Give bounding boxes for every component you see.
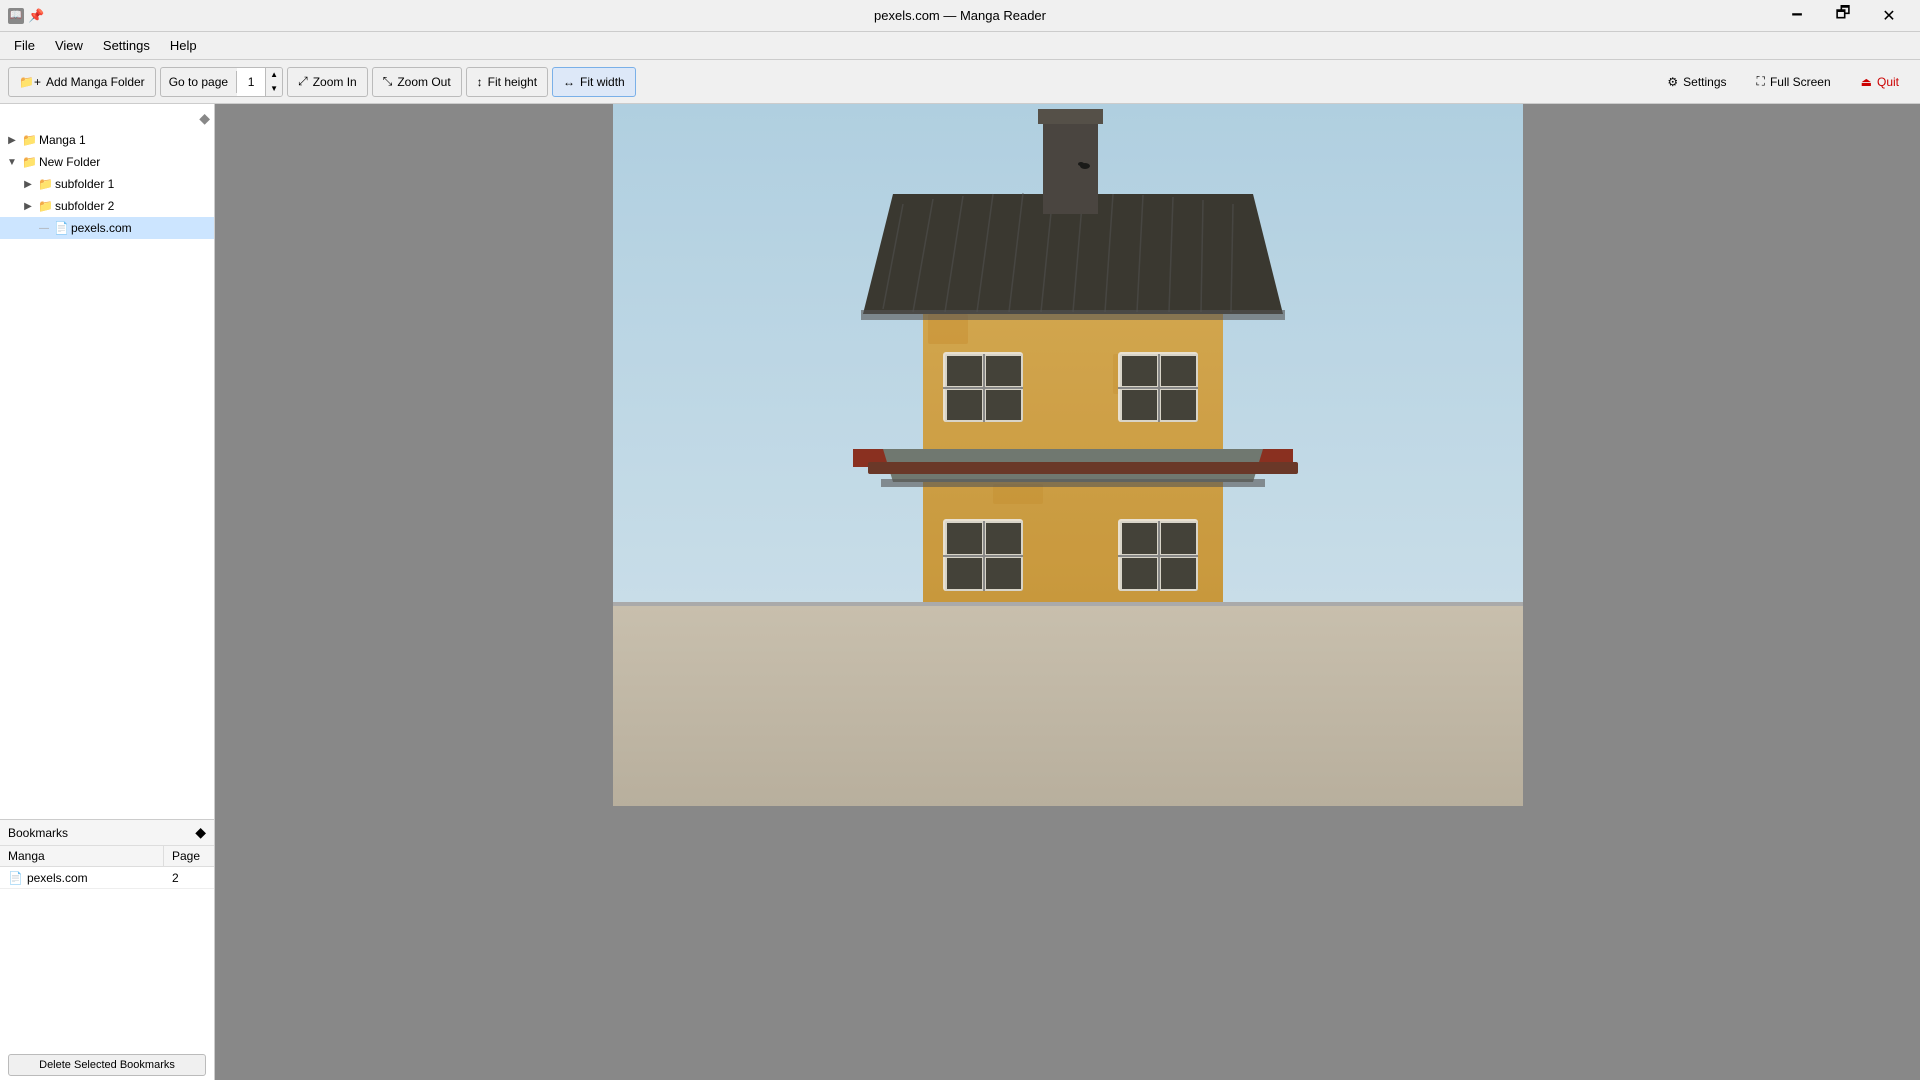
bookmark-cell-page-0: 2 [164,869,214,887]
bookmark-manga-icon-0: 📄 [8,871,23,885]
menu-help[interactable]: Help [160,34,207,57]
page-increment-button[interactable]: ▲ [266,68,282,82]
add-manga-folder-label: Add Manga Folder [46,75,145,89]
add-manga-folder-button[interactable]: 📁+ Add Manga Folder [8,67,156,97]
minimize-button[interactable]: 🗕 [1774,0,1820,32]
full-screen-button[interactable]: ⛶ Full Screen [1744,67,1844,97]
tree-toggle-new-folder[interactable]: ▼ [4,154,20,170]
fit-height-label: Fit height [488,75,537,89]
main-area: ◆ ▶ 📁 Manga 1 ▼ 📁 New Folder ▶ 📁 subfold… [0,104,1920,1080]
bookmarks-table-header: Manga Page [0,846,214,867]
title-bar: 📖 📌 pexels.com — Manga Reader 🗕 🗗 ✕ [0,0,1920,32]
bookmark-row-0[interactable]: 📄 pexels.com 2 [0,867,214,889]
full-screen-label: Full Screen [1770,75,1831,89]
page-spinners: ▲ ▼ [265,68,282,96]
left-panel: ◆ ▶ 📁 Manga 1 ▼ 📁 New Folder ▶ 📁 subfold… [0,104,215,1080]
tree-label-pexels: pexels.com [71,221,132,235]
menu-bar: File View Settings Help [0,32,1920,60]
bookmarks-col-manga: Manga [0,846,164,866]
zoom-out-icon: ⤡ [383,74,393,89]
folder-icon-new-folder: 📁 [22,155,37,169]
page2-image-svg [613,606,1523,806]
zoom-in-icon: ⤢ [298,74,308,89]
menu-file[interactable]: File [4,34,45,57]
tree-toggle-pexels: — [36,220,52,236]
tree-item-manga1[interactable]: ▶ 📁 Manga 1 [0,129,214,151]
maximize-button[interactable]: 🗗 [1820,0,1866,32]
tree-item-subfolder1[interactable]: ▶ 📁 subfolder 1 [0,173,214,195]
tree-pin-icon: ◆ [199,110,210,127]
app-name-pin: 📌 [28,8,44,24]
quit-button[interactable]: ⏏ Quit [1848,67,1912,97]
quit-icon: ⏏ [1861,75,1872,89]
app-icon: 📖 [8,8,24,24]
bookmarks-panel: Bookmarks ◆ Manga Page 📄 pexels.com 2 De… [0,820,214,1080]
content-area[interactable] [215,104,1920,1080]
tree-toggle-subfolder2[interactable]: ▶ [20,198,36,214]
bookmark-manga-name-0: pexels.com [27,871,88,885]
menu-view[interactable]: View [45,34,93,57]
tree-label-new-folder: New Folder [39,155,100,169]
folder-icon-subfolder1: 📁 [38,177,53,191]
tree-label-subfolder1: subfolder 1 [55,177,114,191]
zoom-in-button[interactable]: ⤢ Zoom In [287,67,368,97]
manga-page-1 [613,104,1523,602]
tree-label-subfolder2: subfolder 2 [55,199,114,213]
page-decrement-button[interactable]: ▼ [266,82,282,96]
file-icon-pexels: 📄 [54,221,69,235]
go-to-page-label[interactable]: Go to page [161,71,237,93]
bookmarks-pin-icon[interactable]: ◆ [195,824,206,841]
window-title: pexels.com — Manga Reader [874,8,1046,23]
fit-width-button[interactable]: ↔ Fit width [552,67,636,97]
bookmarks-title: Bookmarks [8,826,68,840]
menu-settings[interactable]: Settings [93,34,160,57]
settings-label: Settings [1683,75,1726,89]
delete-bookmarks-button[interactable]: Delete Selected Bookmarks [8,1054,206,1076]
bookmark-cell-manga-0: 📄 pexels.com [0,869,164,887]
page-number-input[interactable] [237,68,265,96]
zoom-out-button[interactable]: ⤡ Zoom Out [372,67,462,97]
fit-width-label: Fit width [580,75,625,89]
full-screen-icon: ⛶ [1757,74,1765,89]
tree-item-new-folder[interactable]: ▼ 📁 New Folder [0,151,214,173]
bookmarks-table: Manga Page 📄 pexels.com 2 [0,846,214,948]
page-input-wrap [237,68,265,96]
add-folder-icon: 📁+ [19,75,41,89]
fit-height-button[interactable]: ↕ Fit height [466,67,548,97]
go-to-page-group: Go to page ▲ ▼ [160,67,283,97]
close-button[interactable]: ✕ [1866,0,1912,32]
title-bar-left: 📖 📌 [8,8,44,24]
manga-page-2 [613,606,1523,806]
quit-label: Quit [1877,75,1899,89]
building-image-svg [613,104,1523,602]
tree-item-subfolder2[interactable]: ▶ 📁 subfolder 2 [0,195,214,217]
toolbar-right: ⚙ Settings ⛶ Full Screen ⏏ Quit [1654,67,1912,97]
tree-label-manga1: Manga 1 [39,133,86,147]
settings-button[interactable]: ⚙ Settings [1654,67,1739,97]
tree-item-pexels[interactable]: — 📄 pexels.com [0,217,214,239]
tree-toggle-subfolder1[interactable]: ▶ [20,176,36,192]
folder-icon-subfolder2: 📁 [38,199,53,213]
settings-icon: ⚙ [1667,75,1678,89]
bookmarks-header: Bookmarks ◆ [0,820,214,846]
folder-icon-manga1: 📁 [22,133,37,147]
bookmarks-col-page: Page [164,846,214,866]
file-tree: ◆ ▶ 📁 Manga 1 ▼ 📁 New Folder ▶ 📁 subfold… [0,104,214,820]
window-controls: 🗕 🗗 ✕ [1774,0,1912,32]
tree-toggle-manga1[interactable]: ▶ [4,132,20,148]
fit-height-icon: ↕ [477,75,483,89]
toolbar: 📁+ Add Manga Folder Go to page ▲ ▼ ⤢ Zoo… [0,60,1920,104]
zoom-out-label: Zoom Out [397,75,450,89]
fit-width-icon: ↔ [563,75,575,89]
zoom-in-label: Zoom In [313,75,357,89]
